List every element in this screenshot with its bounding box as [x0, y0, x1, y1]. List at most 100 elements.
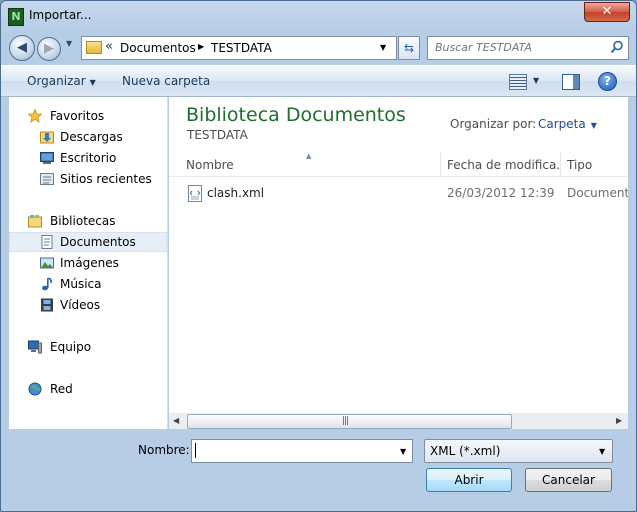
- sidebar-item-bibliotecas[interactable]: Bibliotecas: [9, 211, 167, 231]
- sidebar-item-favoritos[interactable]: Favoritos: [9, 106, 167, 126]
- music-icon: [42, 277, 53, 291]
- chevron-down-icon: ▼: [89, 78, 96, 87]
- sidebar-item-imagenes[interactable]: Imágenes: [9, 253, 167, 273]
- chevron-down-icon: ▼: [599, 447, 606, 456]
- breadcrumb-chevron-icon[interactable]: ▶: [198, 42, 204, 51]
- xml-file-icon: [188, 185, 202, 202]
- column-header-tipo[interactable]: Tipo: [567, 158, 628, 172]
- library-subtitle: TESTDATA: [187, 128, 248, 142]
- videos-icon: [41, 298, 53, 312]
- sidebar-item-red[interactable]: Red: [9, 379, 167, 399]
- star-icon: [28, 109, 42, 123]
- refresh-icon: ⇆: [403, 41, 415, 55]
- desktop-icon: [40, 152, 54, 164]
- column-divider[interactable]: [440, 152, 441, 176]
- help-icon: ?: [604, 74, 611, 88]
- file-name-input[interactable]: [192, 440, 391, 460]
- file-row[interactable]: clash.xml 26/03/2012 12:39 Documento XML: [169, 183, 628, 203]
- text-caret: [195, 443, 196, 458]
- scrollbar-thumb[interactable]: |||: [187, 414, 512, 429]
- address-dropdown-icon[interactable]: ▼: [380, 43, 386, 52]
- sidebar-item-musica[interactable]: Música: [9, 274, 167, 294]
- sidebar-item-label: Imágenes: [60, 256, 119, 270]
- file-type: Documento XML: [567, 186, 628, 200]
- search-input[interactable]: [428, 37, 611, 57]
- file-name-combobox[interactable]: ▼: [191, 439, 413, 463]
- open-button[interactable]: Abrir: [426, 468, 512, 492]
- help-button[interactable]: ?: [598, 72, 617, 91]
- file-type-value: XML (*.xml): [430, 444, 501, 458]
- address-bar[interactable]: « Documentos ▶ TESTDATA ▼: [81, 36, 397, 60]
- view-dropdown-icon[interactable]: ▼: [533, 76, 539, 85]
- search-box[interactable]: [427, 36, 629, 60]
- refresh-button[interactable]: ⇆: [398, 36, 420, 60]
- breadcrumb-documentos[interactable]: Documentos: [120, 41, 196, 55]
- import-dialog: N Importar... ✕ ◀ ▶ ▼ « Documentos ▶ TES…: [0, 0, 637, 512]
- back-button[interactable]: ◀: [9, 35, 35, 61]
- pictures-icon: [40, 257, 54, 269]
- app-icon: N: [8, 8, 24, 26]
- chevron-down-icon: ▼: [590, 121, 597, 130]
- search-icon[interactable]: [610, 40, 624, 54]
- column-header-fecha[interactable]: Fecha de modifica...: [447, 158, 559, 172]
- document-page-icon: [189, 190, 201, 200]
- dialog-footer: Nombre: ▼ XML (*.xml) ▼ Abrir Cancelar: [1, 431, 636, 511]
- column-divider[interactable]: [560, 152, 561, 176]
- scroll-right-icon[interactable]: ▶: [616, 416, 622, 425]
- sidebar-item-label: Bibliotecas: [50, 214, 116, 228]
- sidebar-item-escritorio[interactable]: Escritorio: [9, 148, 167, 168]
- column-headers: ▲ Nombre Fecha de modifica... Tipo: [169, 152, 628, 177]
- sidebar-item-videos[interactable]: Vídeos: [9, 295, 167, 315]
- preview-pane-icon[interactable]: [562, 74, 580, 90]
- navigation-pane: Favoritos Descargas Escritorio Sitios re…: [9, 97, 168, 429]
- window-title: Importar...: [29, 8, 92, 22]
- sidebar-item-equipo[interactable]: Equipo: [9, 337, 167, 357]
- file-name: clash.xml: [207, 186, 265, 200]
- organize-menu-button[interactable]: Organizar ▼: [27, 74, 96, 88]
- close-button[interactable]: ✕: [584, 2, 630, 22]
- file-modified: 26/03/2012 12:39: [447, 186, 555, 200]
- folder-icon: [86, 41, 102, 54]
- arrange-by-dropdown[interactable]: Carpeta ▼: [538, 117, 597, 131]
- column-header-nombre[interactable]: Nombre: [186, 158, 426, 172]
- sidebar-item-label: Escritorio: [60, 151, 117, 165]
- navigation-bar: ◀ ▶ ▼ « Documentos ▶ TESTDATA ▼ ⇆: [1, 31, 636, 63]
- sidebar-item-documentos[interactable]: Documentos: [9, 232, 167, 252]
- arrange-by-value: Carpeta: [538, 117, 586, 131]
- title-bar: N Importar... ✕: [1, 1, 636, 31]
- library-title: Biblioteca Documentos: [186, 104, 406, 126]
- recent-locations-dropdown-icon[interactable]: ▼: [66, 39, 72, 48]
- view-options-icon[interactable]: [509, 74, 527, 90]
- horizontal-scrollbar[interactable]: ◀ ||| ▶: [169, 413, 628, 429]
- computer-icon: [28, 340, 42, 354]
- sidebar-item-label: Documentos: [60, 235, 136, 249]
- organize-label: Organizar: [27, 74, 86, 88]
- sidebar-item-label: Red: [50, 382, 73, 396]
- new-folder-button[interactable]: Nueva carpeta: [122, 74, 210, 88]
- sidebar-item-label: Favoritos: [50, 109, 105, 123]
- grip-icon: |||: [342, 416, 349, 426]
- forward-button[interactable]: ▶: [37, 37, 61, 61]
- sidebar-item-label: Vídeos: [60, 298, 101, 312]
- libraries-icon: [28, 215, 42, 228]
- network-icon: [28, 382, 42, 396]
- file-name-label: Nombre:: [138, 443, 190, 457]
- forward-arrow-icon: ▶: [44, 41, 54, 56]
- sidebar-item-descargas[interactable]: Descargas: [9, 127, 167, 147]
- sidebar-item-label: Sitios recientes: [60, 172, 152, 186]
- file-type-select[interactable]: XML (*.xml) ▼: [424, 439, 613, 463]
- back-arrow-icon: ◀: [17, 40, 27, 55]
- file-name-dropdown-icon[interactable]: ▼: [400, 447, 406, 456]
- sidebar-item-label: Equipo: [50, 340, 92, 354]
- downloads-folder-icon: [40, 131, 54, 144]
- breadcrumb-testdata[interactable]: TESTDATA: [211, 41, 272, 55]
- file-list-pane: Biblioteca Documentos TESTDATA Organizar…: [169, 97, 628, 413]
- scroll-left-icon[interactable]: ◀: [173, 416, 179, 425]
- sidebar-item-sitios-recientes[interactable]: Sitios recientes: [9, 169, 167, 189]
- breadcrumb-overflow[interactable]: «: [105, 39, 113, 54]
- sidebar-item-label: Música: [60, 277, 102, 291]
- sidebar-item-label: Descargas: [60, 130, 123, 144]
- cancel-button[interactable]: Cancelar: [525, 468, 612, 492]
- recent-places-icon: [40, 173, 54, 185]
- command-bar: Organizar ▼ Nueva carpeta ▼ ?: [1, 65, 636, 97]
